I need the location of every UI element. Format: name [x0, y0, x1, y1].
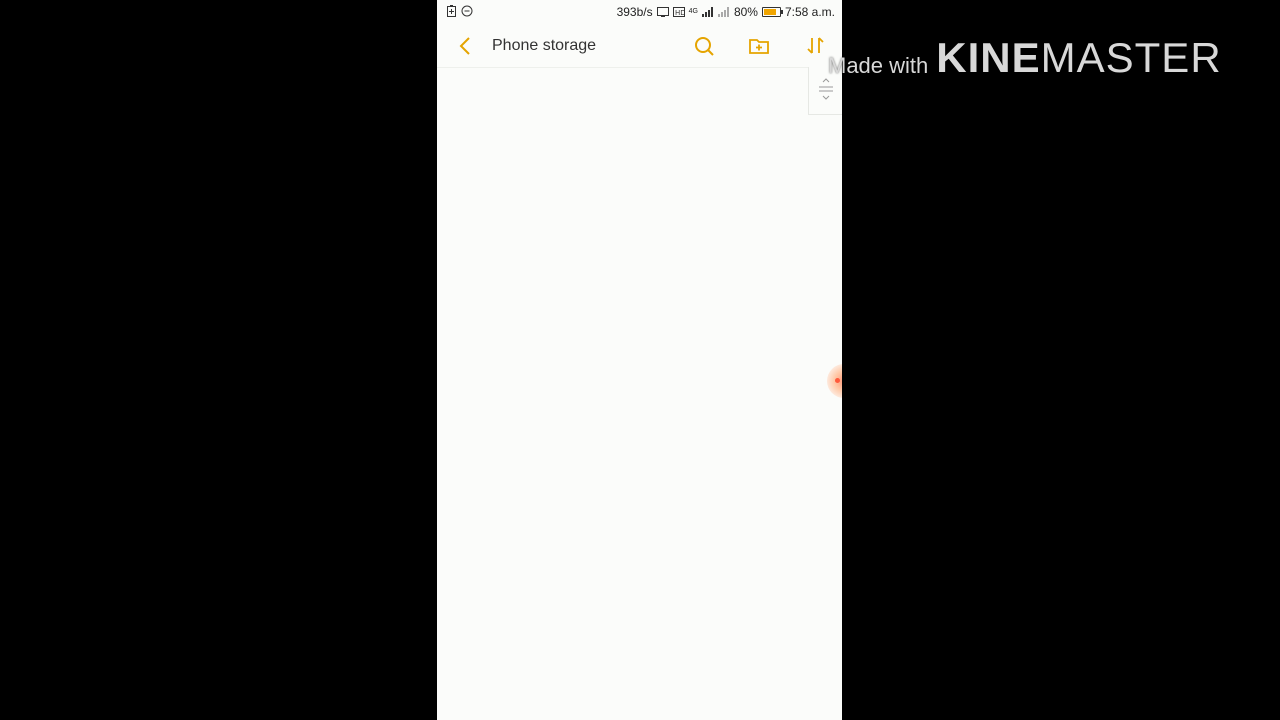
network-type: 4G: [688, 8, 698, 15]
battery-saver-icon: [447, 5, 456, 17]
search-button[interactable]: [693, 35, 715, 57]
floating-ball-dot: [835, 378, 840, 383]
new-folder-button[interactable]: [748, 35, 770, 57]
watermark-brand-bold: KINE: [936, 34, 1041, 81]
watermark-brand: KINEMASTER: [936, 34, 1221, 82]
do-not-disturb-icon: [461, 5, 473, 17]
floating-assistant-ball[interactable]: [827, 364, 842, 398]
clock: 7:58 a.m.: [784, 5, 835, 19]
back-arrow-icon: [459, 37, 470, 55]
cast-icon: [656, 7, 669, 17]
signal-sim2-icon: [717, 7, 730, 17]
back-button[interactable]: [455, 35, 475, 57]
hd-call-icon: HD: [672, 7, 685, 17]
new-folder-icon: [749, 39, 769, 54]
sort-button[interactable]: [805, 35, 827, 57]
kinemaster-watermark: Made with KINEMASTER: [828, 32, 1222, 82]
app-toolbar: Phone storage: [437, 24, 842, 68]
watermark-brand-light: MASTER: [1040, 34, 1222, 81]
watermark-prefix: Made with: [828, 53, 929, 78]
phone-screen: 393b/s HD 4G 80% 7:58 a.m. Phone storage: [437, 0, 842, 720]
signal-icon: [701, 7, 714, 17]
status-bar: 393b/s HD 4G 80% 7:58 a.m.: [437, 0, 842, 24]
battery-percent: 80%: [733, 5, 758, 19]
search-icon: [695, 37, 714, 56]
net-speed: 393b/s: [616, 5, 653, 19]
page-title: Phone storage: [492, 37, 597, 54]
svg-text:HD: HD: [675, 9, 685, 17]
sort-icon: [807, 37, 824, 54]
battery-icon: [761, 7, 783, 17]
